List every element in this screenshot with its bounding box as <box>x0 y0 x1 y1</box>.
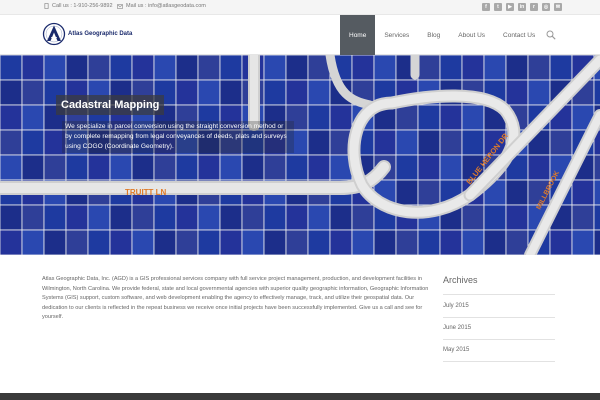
phone-icon <box>44 3 49 9</box>
parcel-map-image: TRUITT LN BLUE HERON DR MILLBROOK <box>0 55 600 255</box>
footer-bar <box>0 393 600 400</box>
archives-divider <box>443 361 555 362</box>
email-contact[interactable]: Mail us : info@atlasgeodata.com <box>117 3 206 9</box>
mail-icon <box>117 3 123 9</box>
archive-link-june-2015[interactable]: June 2015 <box>443 325 471 331</box>
logo-text: Atlas Geographic Data <box>68 31 133 37</box>
twitter-icon[interactable]: t <box>494 3 502 11</box>
hero-banner: TRUITT LN BLUE HERON DR MILLBROOK Cadast… <box>0 55 600 255</box>
site-header: Atlas Geographic Data Home Services Blog Ab… <box>0 15 600 55</box>
archive-link-may-2015[interactable]: May 2015 <box>443 347 469 353</box>
linkedin-icon[interactable]: in <box>518 3 526 11</box>
nav-blog[interactable]: Blog <box>418 15 449 55</box>
phone-contact: Call us : 1-910-256-9892 <box>44 3 113 9</box>
archives-divider <box>443 339 555 340</box>
hero-description: We specialize in parcel conversion using… <box>62 121 294 153</box>
search-icon[interactable] <box>546 30 556 40</box>
nav-home[interactable]: Home <box>340 15 376 55</box>
atlas-logo-icon <box>42 22 66 46</box>
email-icon[interactable]: ✉ <box>554 3 562 11</box>
nav-services[interactable]: Services <box>375 15 418 55</box>
instagram-icon[interactable]: ◎ <box>542 3 550 11</box>
phone-text: Call us : 1-910-256-9892 <box>52 3 113 9</box>
street-label-truitt: TRUITT LN <box>125 188 167 197</box>
facebook-icon[interactable]: f <box>482 3 490 11</box>
youtube-icon[interactable]: ▶ <box>506 3 514 11</box>
archive-link-july-2015[interactable]: July 2015 <box>443 303 469 309</box>
hero-title: Cadastral Mapping <box>56 95 165 115</box>
rss-icon[interactable]: r <box>530 3 538 11</box>
main-nav: Home Services Blog About Us Contact Us <box>340 15 544 55</box>
archives-heading: Archives <box>443 275 478 285</box>
site-logo[interactable]: Atlas Geographic Data <box>42 22 132 46</box>
nav-about-us[interactable]: About Us <box>449 15 494 55</box>
archives-divider <box>443 294 555 295</box>
top-bar: Call us : 1-910-256-9892 Mail us : info@… <box>0 0 600 15</box>
email-text[interactable]: Mail us : info@atlasgeodata.com <box>126 3 206 9</box>
social-links: f t ▶ in r ◎ ✉ <box>482 3 562 11</box>
archives-divider <box>443 317 555 318</box>
nav-contact-us[interactable]: Contact Us <box>494 15 544 55</box>
intro-paragraph: Atlas Geographic Data, Inc. (AGD) is a G… <box>42 276 429 321</box>
